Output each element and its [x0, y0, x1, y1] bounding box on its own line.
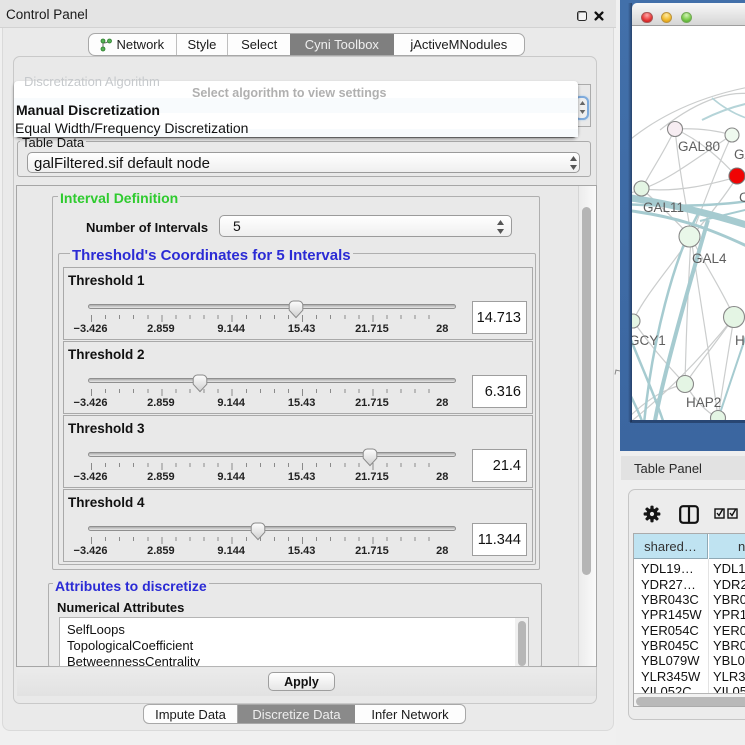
svg-text:GA: GA — [734, 147, 745, 162]
svg-text:GAL11: GAL11 — [643, 200, 684, 215]
svg-text:GAL4: GAL4 — [692, 251, 727, 266]
svg-text:H: H — [735, 333, 745, 348]
svg-text:GCY1: GCY1 — [632, 333, 666, 348]
svg-text:HAP2: HAP2 — [686, 395, 721, 410]
svg-text:GAL80: GAL80 — [678, 139, 720, 154]
svg-text:C: C — [739, 190, 745, 205]
